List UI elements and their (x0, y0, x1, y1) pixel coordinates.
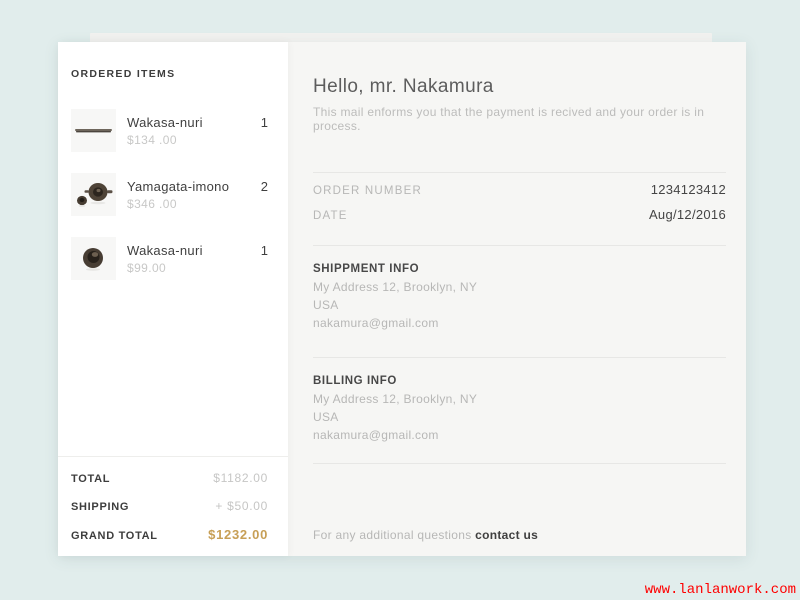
product-name: Wakasa-nuri (127, 115, 261, 130)
shipping-label: SHIPPING (71, 501, 129, 513)
email-canvas: ORDERED ITEMS Wakasa-nuri $134 .00 (0, 0, 800, 600)
shipment-info-section: SHIPPMENT INFO My Address 12, Brooklyn, … (313, 246, 726, 331)
product-name: Yamagata-imono (127, 179, 261, 194)
greeting-heading: Hello, mr. Nakamura (313, 76, 726, 98)
total-label: TOTAL (71, 473, 110, 485)
order-number-value: 1234123412 (651, 182, 726, 197)
order-meta-section: ORDER NUMBER 1234123412 DATE Aug/12/2016 (313, 173, 726, 232)
shipping-value: + $50.00 (215, 499, 268, 513)
billing-email-line: nakamura@gmail.com (313, 428, 726, 443)
order-item-row: Yamagata-imono $346 .00 2 (71, 173, 268, 216)
billing-address-line: My Address 12, Brooklyn, NY (313, 392, 726, 407)
shipment-country-line: USA (313, 298, 726, 313)
total-row: TOTAL $1182.00 (71, 471, 268, 485)
order-number-label: ORDER NUMBER (313, 185, 422, 197)
billing-info-section: BILLING INFO My Address 12, Brooklyn, NY… (313, 358, 726, 443)
billing-info-heading: BILLING INFO (313, 375, 726, 387)
order-item-row: Wakasa-nuri $134 .00 1 (71, 109, 268, 152)
order-items-list: Wakasa-nuri $134 .00 1 (71, 109, 268, 280)
footer-note: For any additional questions contact us (313, 528, 538, 542)
product-price: $134 .00 (127, 133, 261, 147)
order-date-row: DATE Aug/12/2016 (313, 207, 726, 232)
order-number-row: ORDER NUMBER 1234123412 (313, 182, 726, 207)
shipping-row: SHIPPING + $50.00 (71, 499, 268, 513)
totals-section: TOTAL $1182.00 SHIPPING + $50.00 GRAND T… (58, 456, 288, 556)
divider (313, 463, 726, 464)
order-date-label: DATE (313, 210, 348, 222)
grand-total-label: GRAND TOTAL (71, 530, 158, 542)
contact-us-link[interactable]: contact us (475, 528, 538, 542)
product-quantity: 2 (261, 179, 268, 216)
chopsticks-icon (71, 109, 116, 152)
order-confirmation-card: ORDERED ITEMS Wakasa-nuri $134 .00 (58, 42, 746, 556)
product-price: $346 .00 (127, 197, 261, 211)
shipment-email-line: nakamura@gmail.com (313, 316, 726, 331)
product-quantity: 1 (261, 243, 268, 280)
grand-total-row: GRAND TOTAL $1232.00 (71, 527, 268, 542)
product-thumbnail (71, 173, 116, 216)
order-details-panel: Hello, mr. Nakamura This mail enforms yo… (288, 42, 746, 556)
product-quantity: 1 (261, 115, 268, 152)
product-thumbnail (71, 109, 116, 152)
product-name: Wakasa-nuri (127, 243, 261, 258)
shipment-address-line: My Address 12, Brooklyn, NY (313, 280, 726, 295)
teapot-icon (71, 173, 116, 216)
total-value: $1182.00 (213, 471, 268, 485)
ordered-items-heading: ORDERED ITEMS (71, 68, 268, 80)
order-date-value: Aug/12/2016 (649, 207, 726, 222)
bowl-icon (71, 237, 116, 280)
intro-text: This mail enforms you that the payment i… (313, 105, 726, 133)
shipment-info-heading: SHIPPMENT INFO (313, 263, 726, 275)
grand-total-value: $1232.00 (208, 527, 268, 542)
product-thumbnail (71, 237, 116, 280)
footer-text: For any additional questions (313, 528, 472, 542)
billing-country-line: USA (313, 410, 726, 425)
product-price: $99.00 (127, 261, 261, 275)
ordered-items-panel: ORDERED ITEMS Wakasa-nuri $134 .00 (58, 42, 288, 556)
order-item-row: Wakasa-nuri $99.00 1 (71, 237, 268, 280)
watermark-text: www.lanlanwork.com (645, 582, 796, 598)
